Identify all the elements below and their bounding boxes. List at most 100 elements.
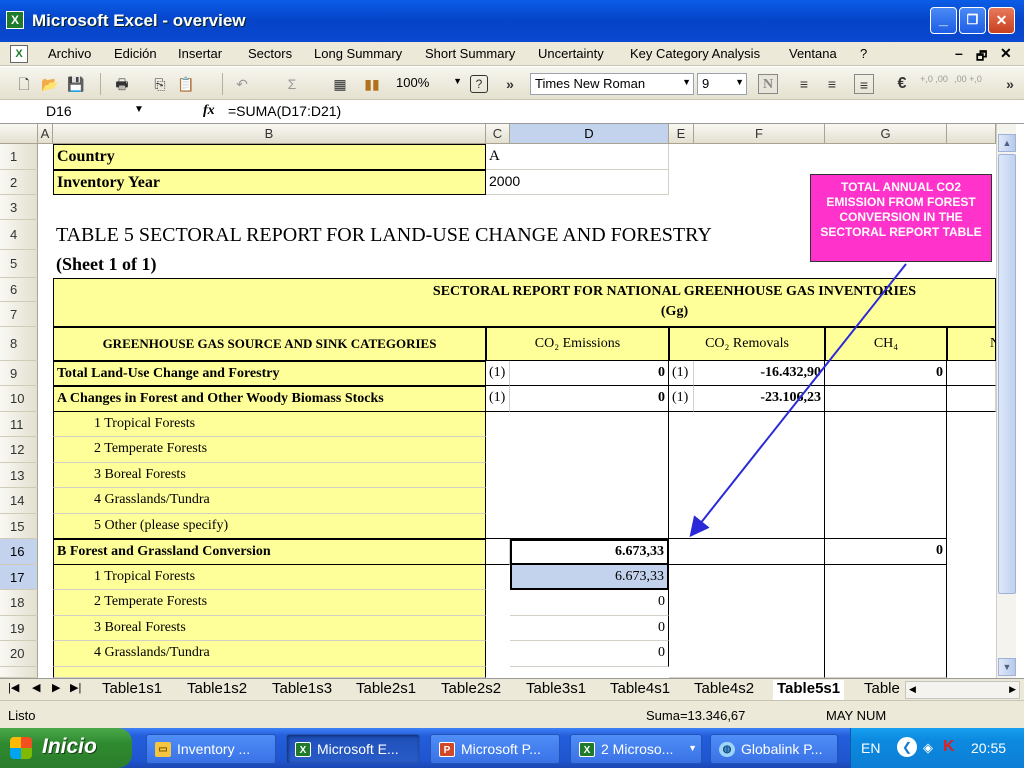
network-icon[interactable]: ◈ (923, 740, 933, 756)
bold-button[interactable]: N (758, 74, 778, 94)
antivirus-icon[interactable]: K (943, 738, 955, 756)
category-header[interactable]: GREENHOUSE GAS SOURCE AND SINK CATEGORIE… (53, 327, 486, 361)
other-label[interactable]: 5 Other (please specify) (53, 514, 486, 539)
sheet-tab[interactable]: Table1s3 (268, 680, 336, 700)
task-excel[interactable]: X Microsoft E... (286, 734, 420, 764)
prev-sheet-icon[interactable]: ◀ (32, 681, 40, 694)
ch4-empty-block[interactable] (825, 412, 947, 539)
cell-d20[interactable]: 0 (510, 641, 669, 667)
cell-c16[interactable] (486, 539, 510, 565)
sheet-note[interactable]: (Sheet 1 of 1) (53, 250, 486, 278)
emissions-empty-block[interactable] (486, 412, 669, 539)
ch4-header[interactable]: CH₄ (825, 327, 947, 361)
menu-short-summary[interactable]: Short Summary (425, 46, 515, 61)
sheet-tab[interactable]: Table3s1 (522, 680, 590, 700)
column-header-c[interactable]: C (486, 124, 510, 144)
row-header[interactable]: 6 (0, 278, 38, 302)
first-sheet-icon[interactable]: |◀ (8, 681, 19, 694)
mdi-restore-button[interactable]: 🗗 (976, 47, 987, 68)
conv-grasslands-label[interactable]: 4 Grasslands/Tundra (53, 641, 486, 667)
conv-tropical-label[interactable]: 1 Tropical Forests (53, 565, 486, 590)
decrease-decimal-button[interactable]: ,00 +,0 (954, 74, 982, 94)
autosum-icon[interactable]: Σ (282, 74, 302, 94)
inventory-year-label[interactable]: Inventory Year (53, 170, 486, 195)
tray-expand-icon[interactable]: ❮ (897, 737, 917, 757)
print-icon[interactable]: 🖶 (112, 74, 132, 94)
font-size-select[interactable]: 9 ▼ (697, 73, 747, 95)
cell-d19[interactable]: 0 (510, 616, 669, 641)
conv-temperate-label[interactable]: 2 Temperate Forests (53, 590, 486, 616)
vertical-scrollbar[interactable]: ▲ ▼ (996, 124, 1016, 678)
ch4-lower-block[interactable] (825, 565, 947, 678)
co2-emissions-header[interactable]: CO₂ Emissions (486, 327, 669, 361)
help-icon[interactable]: ? (470, 75, 488, 93)
font-select[interactable]: Times New Roman ▼ (530, 73, 694, 95)
cell-g10[interactable] (825, 386, 947, 412)
cell-d16-active[interactable]: 6.673,33 (510, 539, 669, 565)
conv-boreal-label[interactable]: 3 Boreal Forests (53, 616, 486, 641)
euro-button[interactable]: € (892, 74, 912, 94)
formula-input[interactable]: =SUMA(D17:D21) (228, 103, 341, 119)
cell-e10[interactable]: (1) (669, 386, 694, 412)
open-icon[interactable]: 📂 (40, 74, 60, 94)
task-globalink[interactable]: ◍ Globalink P... (710, 734, 838, 764)
increase-decimal-button[interactable]: +,0 ,00 (920, 74, 948, 94)
column-header-h[interactable] (947, 124, 996, 144)
sheet-tab[interactable]: Table4s1 (606, 680, 674, 700)
row-header[interactable]: 12 (0, 437, 38, 463)
row-header[interactable]: 8 (0, 327, 38, 361)
toolbar-overflow-icon-2[interactable]: » (1000, 74, 1020, 94)
cell-c9[interactable]: (1) (486, 361, 510, 386)
zoom-select[interactable]: 100% ▼ (392, 73, 464, 95)
column-header-e[interactable]: E (669, 124, 694, 144)
scroll-right-arrow-icon[interactable]: ▶ (1009, 684, 1016, 695)
name-box-dropdown-icon[interactable]: ▼ (134, 104, 144, 115)
sheet-tab[interactable]: Table4s2 (690, 680, 758, 700)
sheet-tab-active[interactable]: Table5s1 (773, 680, 845, 700)
menu-insertar[interactable]: Insertar (178, 46, 222, 61)
scroll-thumb[interactable] (998, 154, 1016, 594)
removals-lower-block[interactable] (669, 565, 825, 678)
insert-function-icon[interactable]: ▦ (330, 74, 350, 94)
row-header[interactable]: 16 (0, 539, 38, 565)
row-header[interactable]: 3 (0, 195, 38, 220)
row-header[interactable]: 7 (0, 302, 38, 327)
sheet-tab[interactable]: Table1s2 (183, 680, 251, 700)
table-title[interactable]: TABLE 5 SECTORAL REPORT FOR LAND-USE CHA… (53, 220, 813, 250)
column-header-f[interactable]: F (694, 124, 825, 144)
cell-d9[interactable]: 0 (510, 361, 669, 386)
sheet-tab[interactable]: Table (860, 680, 905, 700)
row-header[interactable]: 20 (0, 641, 38, 667)
grasslands-tundra-label[interactable]: 4 Grasslands/Tundra (53, 488, 486, 514)
row-header[interactable]: 1 (0, 144, 38, 170)
menu-sectors[interactable]: Sectors (248, 46, 292, 61)
task-inventory[interactable]: ▭ Inventory ... (146, 734, 276, 764)
total-lucf-label[interactable]: Total Land-Use Change and Forestry (53, 361, 486, 386)
next-sheet-icon[interactable]: ▶ (52, 681, 60, 694)
row-header[interactable]: 10 (0, 386, 38, 412)
start-button[interactable]: Inicio (0, 728, 132, 768)
report-header[interactable]: SECTORAL REPORT FOR NATIONAL GREENHOUSE … (53, 278, 996, 327)
row-header[interactable] (0, 667, 38, 678)
insert-function-fx[interactable]: fx (203, 103, 215, 119)
new-icon[interactable]: 🗋 (14, 74, 34, 94)
boreal-forests-label[interactable]: 3 Boreal Forests (53, 463, 486, 488)
toolbar-overflow-icon[interactable]: » (500, 74, 520, 94)
task-excel-group[interactable]: X2 Microso... ▼ (570, 734, 702, 764)
paste-icon[interactable]: 📋 (176, 74, 196, 94)
cell-d17-selected[interactable]: 6.673,33 (510, 565, 669, 590)
sheet-tab[interactable]: Table2s2 (437, 680, 505, 700)
mdi-minimize-button[interactable]: – (955, 45, 963, 61)
close-button[interactable]: ✕ (988, 7, 1015, 34)
column-header-b[interactable]: B (53, 124, 486, 144)
cell-d18[interactable]: 0 (510, 590, 669, 616)
undo-icon[interactable]: ↶ (232, 74, 252, 94)
row-header[interactable]: 15 (0, 514, 38, 539)
menu-key-category-analysis[interactable]: Key Category Analysis (630, 46, 760, 61)
menu-ventana[interactable]: Ventana (789, 46, 837, 61)
chart-icon[interactable]: ▮▮ (362, 74, 382, 94)
co2-removals-header[interactable]: CO₂ Removals (669, 327, 825, 361)
row-header[interactable]: 18 (0, 590, 38, 616)
menu-long-summary[interactable]: Long Summary (314, 46, 402, 61)
country-value[interactable]: A (486, 144, 669, 170)
